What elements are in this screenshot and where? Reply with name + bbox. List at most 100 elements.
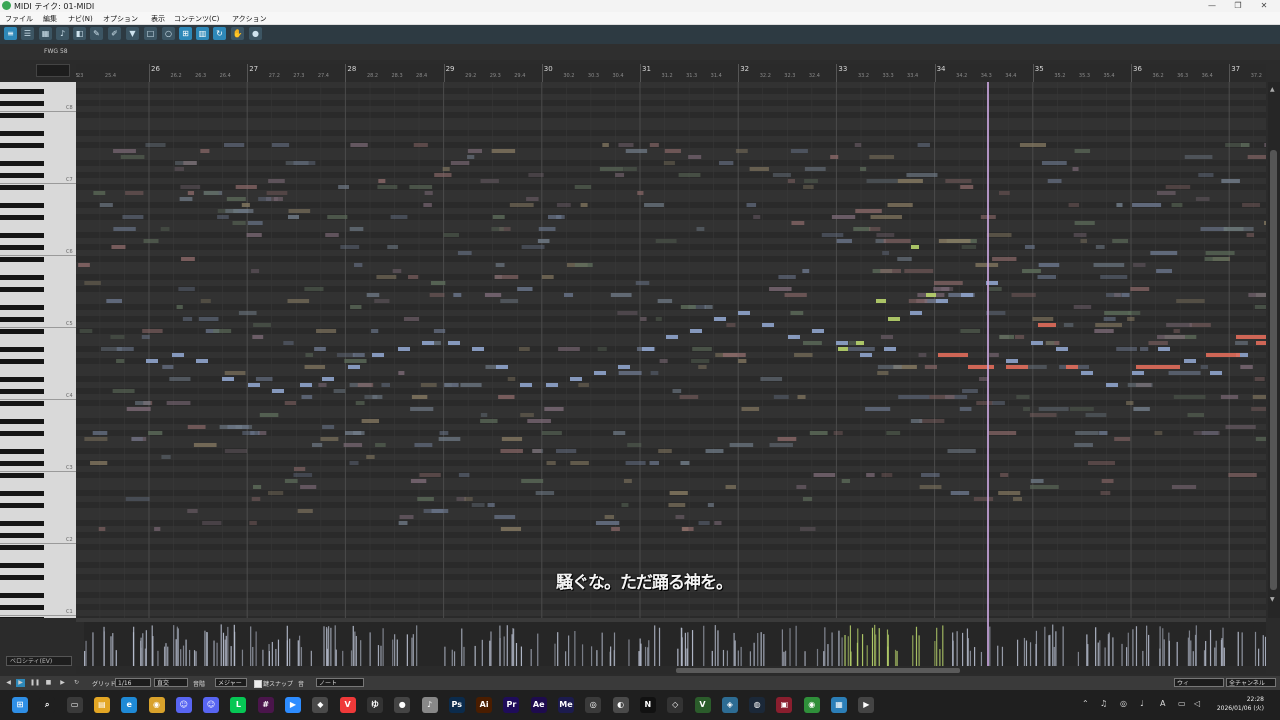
midi-note[interactable] — [1173, 329, 1180, 333]
midi-note[interactable] — [790, 149, 808, 153]
midi-note[interactable] — [947, 449, 976, 453]
piano-key-black[interactable] — [0, 112, 44, 118]
midi-note[interactable] — [1200, 227, 1228, 231]
midi-note[interactable] — [110, 335, 125, 339]
midi-note[interactable] — [322, 425, 335, 429]
midi-note[interactable] — [202, 521, 222, 525]
midi-note[interactable] — [962, 389, 978, 393]
midi-note[interactable] — [349, 461, 359, 465]
view-select[interactable]: ウィ — [1174, 678, 1224, 687]
midi-note[interactable] — [507, 377, 516, 381]
midi-note[interactable] — [84, 281, 101, 285]
midi-note[interactable] — [1030, 479, 1044, 483]
midi-note[interactable] — [961, 245, 977, 249]
midi-note[interactable] — [250, 431, 260, 435]
velocity-lane[interactable] — [84, 622, 1266, 666]
itunes-icon[interactable]: ♪ — [421, 697, 438, 713]
piano-key-black[interactable] — [0, 130, 44, 136]
midi-note[interactable] — [658, 449, 672, 453]
midi-note[interactable] — [113, 149, 136, 153]
piano-key-black[interactable] — [0, 160, 44, 166]
accent-note[interactable] — [1136, 365, 1180, 369]
midi-note[interactable] — [613, 431, 626, 435]
accent-note[interactable] — [938, 353, 968, 357]
midi-note[interactable] — [1023, 407, 1031, 411]
midi-note[interactable] — [1148, 341, 1168, 345]
midi-note[interactable] — [376, 275, 397, 279]
midi-note[interactable] — [746, 203, 757, 207]
windows-start-icon[interactable]: ⊞ — [12, 697, 28, 713]
midi-note[interactable] — [442, 167, 450, 171]
midi-note[interactable] — [1080, 239, 1088, 243]
midi-note[interactable] — [224, 449, 248, 453]
midi-note[interactable] — [1073, 233, 1087, 237]
vivaldi-icon[interactable]: V — [339, 697, 356, 713]
midi-note[interactable] — [722, 353, 746, 357]
midi-note[interactable] — [655, 317, 662, 321]
midi-note[interactable] — [1038, 407, 1069, 411]
midi-note[interactable] — [1189, 323, 1211, 327]
notion-icon[interactable]: N — [639, 697, 656, 713]
midi-note[interactable] — [378, 179, 386, 183]
midi-note[interactable] — [154, 527, 161, 531]
midi-note[interactable] — [574, 263, 593, 267]
midi-note[interactable] — [597, 347, 607, 351]
midi-note[interactable] — [224, 371, 246, 375]
midi-note[interactable] — [225, 209, 249, 213]
melody-note[interactable] — [496, 365, 508, 369]
midi-note[interactable] — [1225, 425, 1256, 429]
midi-note[interactable] — [1100, 491, 1111, 495]
midi-note[interactable] — [1103, 317, 1116, 321]
accent-note[interactable] — [911, 245, 919, 249]
midi-note[interactable] — [555, 449, 577, 453]
illustrator-icon[interactable]: Ai — [476, 697, 493, 713]
horizontal-scroll-thumb[interactable] — [676, 668, 960, 673]
midi-note[interactable] — [251, 497, 261, 501]
midi-note[interactable] — [361, 419, 380, 423]
midi-note[interactable] — [866, 473, 875, 477]
hand-icon[interactable]: ✋ — [231, 27, 244, 40]
midi-note[interactable] — [500, 299, 519, 303]
midi-note[interactable] — [180, 185, 201, 189]
piano-key-black[interactable] — [0, 616, 44, 618]
midi-note[interactable] — [1133, 407, 1150, 411]
melody-note[interactable] — [448, 341, 460, 345]
midi-note[interactable] — [1126, 401, 1134, 405]
midi-note[interactable] — [1184, 155, 1213, 159]
midi-note[interactable] — [423, 203, 432, 207]
midi-note[interactable] — [1168, 371, 1201, 375]
midi-note[interactable] — [161, 455, 171, 459]
midi-note[interactable] — [113, 227, 136, 231]
midi-note[interactable] — [1127, 383, 1153, 387]
midi-note[interactable] — [266, 191, 288, 195]
midi-note[interactable] — [501, 437, 523, 441]
select-box-icon[interactable]: □ — [144, 27, 157, 40]
midi-note[interactable] — [988, 287, 1002, 291]
piano-key-black[interactable] — [0, 472, 44, 478]
piano-key-black[interactable] — [0, 532, 44, 538]
midi-note[interactable] — [649, 461, 660, 465]
midi-note[interactable] — [343, 443, 363, 447]
midi-note[interactable] — [375, 443, 386, 447]
midi-note[interactable] — [615, 173, 625, 177]
midi-note[interactable] — [249, 521, 257, 525]
midi-note[interactable] — [672, 389, 682, 393]
midi-note[interactable] — [434, 173, 452, 177]
midi-note[interactable] — [99, 203, 113, 207]
midi-note[interactable] — [414, 443, 433, 447]
media-player-icon[interactable]: ▶ — [858, 697, 875, 713]
midi-note[interactable] — [933, 287, 950, 291]
midi-note[interactable] — [1246, 233, 1255, 237]
midi-note[interactable] — [772, 173, 791, 177]
midi-note[interactable] — [570, 461, 589, 465]
midi-note[interactable] — [498, 395, 515, 399]
piano-key-black[interactable] — [0, 214, 44, 220]
melody-note[interactable] — [762, 323, 774, 327]
list-icon[interactable]: ☰ — [21, 27, 34, 40]
midi-note[interactable] — [841, 479, 851, 483]
melody-note[interactable] — [738, 311, 750, 315]
midi-note[interactable] — [999, 335, 1015, 339]
scroll-down-arrow-icon[interactable]: ▼ — [1270, 596, 1275, 603]
midi-note[interactable] — [1166, 323, 1192, 327]
menu-options[interactable]: オプション — [103, 14, 138, 24]
